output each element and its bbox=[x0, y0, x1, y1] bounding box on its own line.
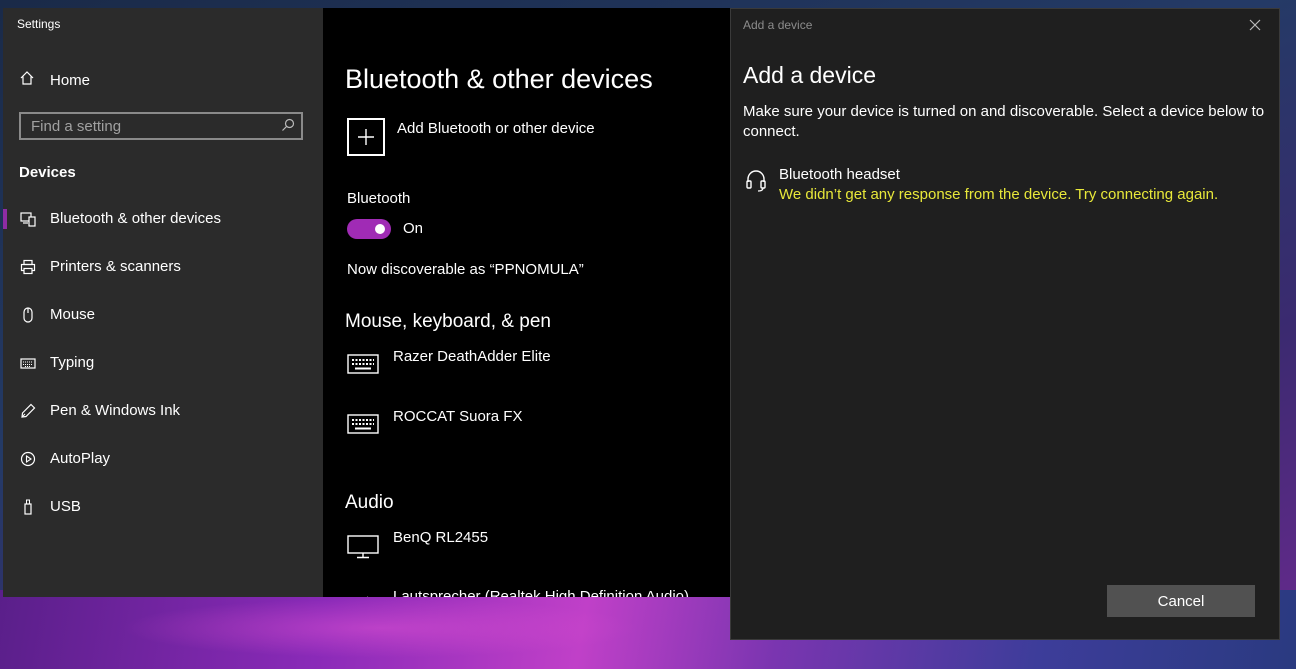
add-device-link[interactable]: Add Bluetooth or other device bbox=[397, 120, 595, 137]
dialog-titlebar-text: Add a device bbox=[743, 18, 813, 32]
search-box[interactable] bbox=[19, 112, 303, 140]
device-item[interactable]: ROCCAT Suora FX bbox=[347, 408, 727, 454]
headset-icon[interactable] bbox=[745, 169, 767, 193]
sidebar-item-label: Printers & scanners bbox=[50, 258, 181, 275]
device-name: Razer DeathAdder Elite bbox=[393, 348, 551, 365]
home-label: Home bbox=[50, 71, 91, 89]
devices-section-heading: Devices bbox=[19, 164, 76, 181]
device-item[interactable]: Razer DeathAdder Elite bbox=[347, 348, 727, 394]
main-content: Bluetooth & other devices Add Bluetooth … bbox=[323, 8, 730, 597]
home-nav-item[interactable]: Home bbox=[19, 68, 90, 92]
found-device-error: We didn’t get any response from the devi… bbox=[779, 186, 1219, 203]
sidebar-item-autoplay[interactable]: AutoPlay bbox=[3, 439, 323, 479]
plus-icon bbox=[358, 129, 374, 145]
sidebar-item-label: AutoPlay bbox=[50, 450, 111, 467]
speaker-icon bbox=[347, 594, 381, 597]
sidebar-item-label: Pen & Windows Ink bbox=[50, 402, 181, 419]
window-title: Settings bbox=[17, 17, 61, 31]
pen-icon bbox=[20, 403, 36, 419]
add-device-dialog: Add a device Add a device Make sure your… bbox=[730, 8, 1280, 640]
active-indicator bbox=[3, 209, 7, 229]
page-title: Bluetooth & other devices bbox=[345, 64, 653, 94]
add-device-button[interactable] bbox=[347, 118, 385, 156]
device-name: BenQ RL2455 bbox=[393, 529, 489, 546]
sidebar-item-printers[interactable]: Printers & scanners bbox=[3, 247, 323, 287]
device-name: ROCCAT Suora FX bbox=[393, 408, 523, 425]
sidebar-item-label: Mouse bbox=[50, 306, 96, 323]
keyboard-icon bbox=[347, 354, 381, 380]
usb-icon bbox=[20, 499, 36, 515]
sidebar-item-label: USB bbox=[50, 498, 81, 515]
device-item[interactable]: Lautsprecher (Realtek High Definition Au… bbox=[347, 588, 727, 597]
bluetooth-toggle[interactable] bbox=[347, 219, 391, 239]
sidebar-item-typing[interactable]: Typing bbox=[3, 343, 323, 383]
dialog-description: Make sure your device is turned on and d… bbox=[743, 103, 1265, 140]
group-title-audio: Audio bbox=[345, 492, 394, 513]
sidebar-item-label: Bluetooth & other devices bbox=[50, 210, 221, 227]
home-icon bbox=[19, 70, 35, 90]
keyboard-icon bbox=[20, 355, 36, 371]
printer-icon bbox=[20, 259, 36, 275]
sidebar-item-label: Typing bbox=[50, 354, 95, 371]
keyboard-icon bbox=[347, 414, 381, 440]
device-name: Lautsprecher (Realtek High Definition Au… bbox=[393, 588, 689, 597]
found-device-name[interactable]: Bluetooth headset bbox=[779, 166, 900, 183]
toggle-knob bbox=[375, 224, 385, 234]
mouse-icon bbox=[20, 307, 36, 323]
discoverable-text: Now discoverable as “PPNOMULA” bbox=[347, 261, 584, 278]
close-icon[interactable] bbox=[1249, 18, 1261, 31]
sidebar-item-pen[interactable]: Pen & Windows Ink bbox=[3, 391, 323, 431]
cancel-button[interactable]: Cancel bbox=[1107, 585, 1255, 617]
sidebar-item-mouse[interactable]: Mouse bbox=[3, 295, 323, 335]
settings-window: Settings Home Devices Bluetooth & other … bbox=[3, 8, 730, 597]
search-input[interactable] bbox=[21, 114, 281, 138]
dialog-heading: Add a device bbox=[743, 62, 876, 88]
search-icon[interactable] bbox=[281, 118, 295, 132]
monitor-icon bbox=[347, 535, 381, 561]
group-title-input-devices: Mouse, keyboard, & pen bbox=[345, 311, 551, 332]
bluetooth-label: Bluetooth bbox=[347, 190, 411, 207]
sidebar-item-bluetooth[interactable]: Bluetooth & other devices bbox=[3, 199, 323, 239]
sidebar-item-usb[interactable]: USB bbox=[3, 487, 323, 527]
bluetooth-state: On bbox=[403, 220, 424, 237]
bluetooth-devices-icon bbox=[20, 211, 36, 227]
sidebar: Settings Home Devices Bluetooth & other … bbox=[3, 8, 323, 597]
autoplay-icon bbox=[20, 451, 36, 467]
device-item[interactable]: BenQ RL2455 bbox=[347, 529, 727, 575]
